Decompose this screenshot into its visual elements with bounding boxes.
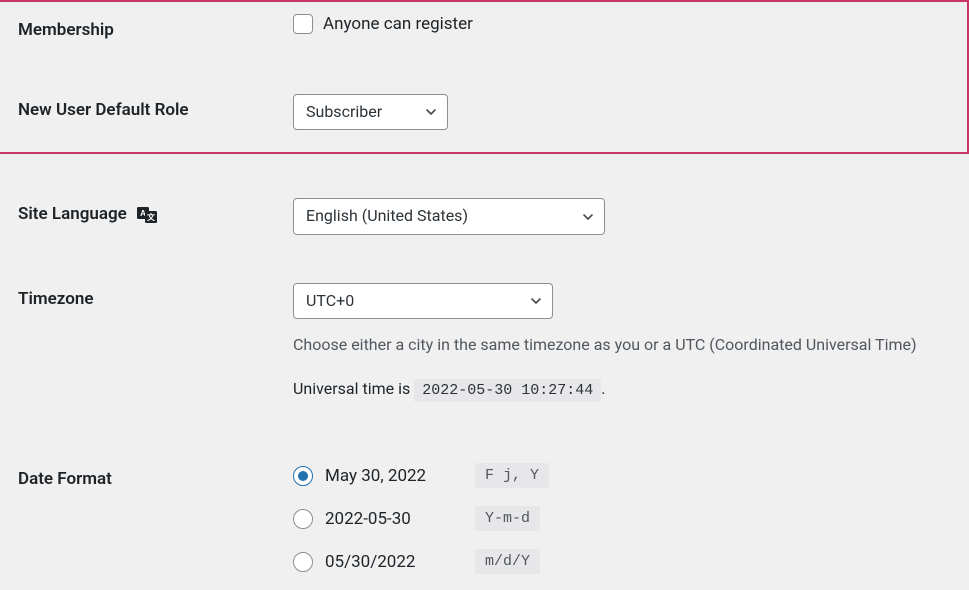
date-format-code-2: m/d/Y: [475, 549, 540, 574]
date-format-radio-1[interactable]: [293, 509, 313, 529]
new-user-role-label: New User Default Role: [18, 94, 293, 120]
membership-checkbox-wrap[interactable]: Anyone can register: [293, 14, 967, 34]
site-language-select[interactable]: English (United States): [293, 198, 605, 234]
site-language-label: Site Language A 文: [18, 198, 293, 224]
date-format-label: Date Format: [18, 463, 293, 489]
date-format-option-2[interactable]: 05/30/2022 m/d/Y: [293, 549, 969, 574]
membership-label: Membership: [18, 14, 293, 40]
date-format-radio-0[interactable]: [293, 466, 313, 486]
translate-icon: A 文: [137, 207, 157, 223]
date-format-option-1[interactable]: 2022-05-30 Y-m-d: [293, 506, 969, 531]
date-format-radio-group: May 30, 2022 F j, Y 2022-05-30 Y-m-d 05/…: [293, 463, 969, 574]
membership-checkbox[interactable]: [293, 14, 313, 34]
membership-highlight-box: Membership Anyone can register New User …: [0, 0, 969, 154]
timezone-label: Timezone: [18, 283, 293, 309]
timezone-select[interactable]: UTC+0: [293, 283, 553, 319]
universal-time-line: Universal time is 2022-05-30 10:27:44.: [293, 379, 969, 399]
date-format-code-1: Y-m-d: [475, 506, 540, 531]
timezone-description: Choose either a city in the same timezon…: [293, 333, 969, 357]
date-format-code-0: F j, Y: [475, 463, 549, 488]
svg-text:文: 文: [147, 212, 156, 222]
universal-time-value: 2022-05-30 10:27:44: [414, 379, 601, 402]
date-format-radio-2[interactable]: [293, 552, 313, 572]
membership-checkbox-label: Anyone can register: [323, 14, 473, 34]
date-format-option-0[interactable]: May 30, 2022 F j, Y: [293, 463, 969, 488]
new-user-role-select[interactable]: Subscriber: [293, 94, 448, 130]
